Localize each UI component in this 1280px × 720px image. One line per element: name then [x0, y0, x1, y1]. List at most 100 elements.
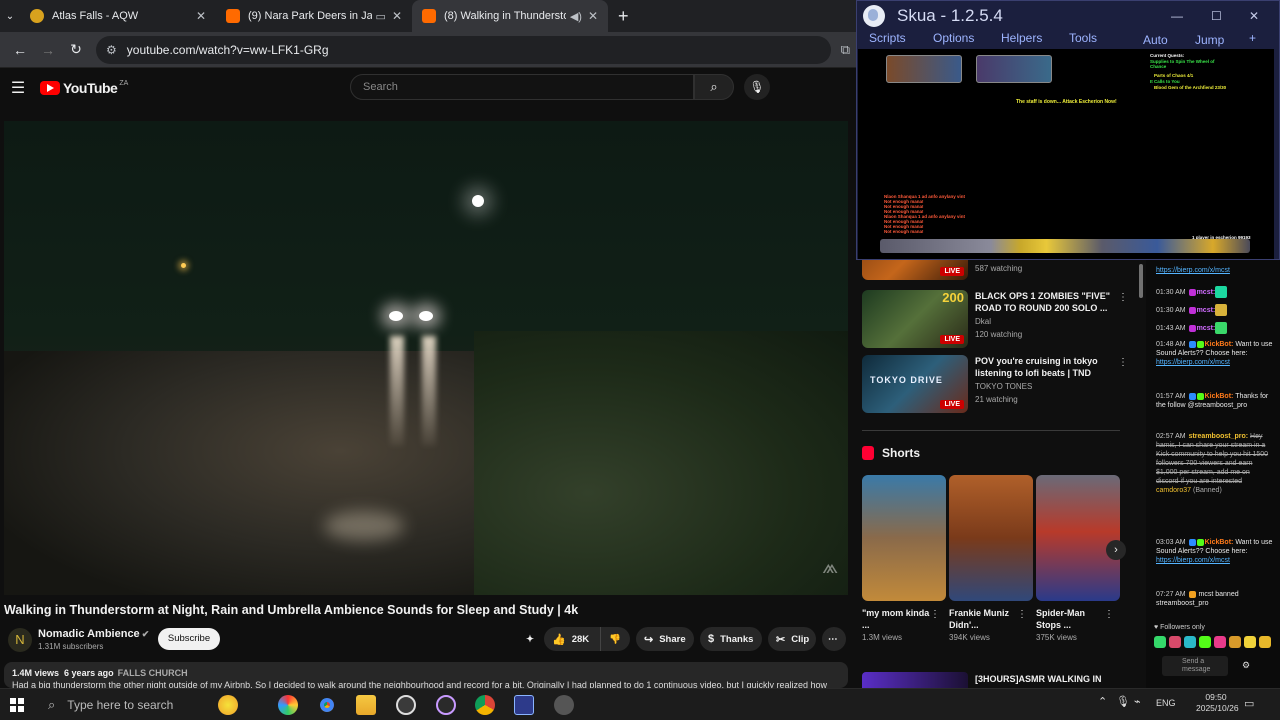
- back-icon[interactable]: ←: [6, 42, 34, 58]
- file-explorer-icon[interactable]: [356, 695, 376, 715]
- youtube-logo[interactable]: YouTube ZA: [40, 80, 128, 96]
- chrome-icon[interactable]: [317, 695, 337, 715]
- rec-menu-icon[interactable]: ⋮: [1118, 292, 1128, 303]
- site-info-icon[interactable]: ⚙: [106, 43, 117, 57]
- dislike-button[interactable]: 👎: [600, 627, 630, 651]
- game-hotbar[interactable]: [880, 239, 1250, 253]
- rec-title[interactable]: [3HOURS]ASMR WALKING IN: [975, 674, 1102, 684]
- short-item[interactable]: Frankie Muniz Didn'... 394K views ⋮: [949, 475, 1033, 642]
- chat-link[interactable]: https://bierp.com/x/mcst: [1156, 267, 1230, 274]
- emote-icon[interactable]: [1244, 636, 1256, 648]
- emote-icon[interactable]: [1214, 636, 1226, 648]
- short-menu-icon[interactable]: ⋮: [1017, 609, 1027, 620]
- widgets-icon[interactable]: [218, 695, 238, 715]
- tab-search-icon[interactable]: ⌄: [0, 11, 20, 22]
- windows-start-icon[interactable]: [10, 697, 24, 712]
- short-title[interactable]: Frankie Muniz Didn'...: [949, 607, 1019, 631]
- chat-user[interactable]: KickBot:: [1205, 393, 1234, 400]
- recommendations-scrollbar[interactable]: [1138, 262, 1144, 682]
- menu-auto[interactable]: Auto: [1143, 33, 1168, 47]
- new-tab-button[interactable]: +: [618, 6, 629, 27]
- rec-item[interactable]: LIVE 587 watching: [862, 260, 1142, 282]
- emote-icon[interactable]: [1229, 636, 1241, 648]
- short-menu-icon[interactable]: ⋮: [930, 609, 940, 620]
- short-thumbnail[interactable]: [949, 475, 1033, 601]
- skua-app-icon[interactable]: [514, 695, 534, 715]
- short-title[interactable]: "my mom kinda ...: [862, 607, 932, 631]
- rec-channel[interactable]: Dkal: [975, 317, 991, 326]
- microphone-icon[interactable]: 🎙: [1116, 695, 1130, 708]
- chat-user[interactable]: mcst:: [1197, 325, 1216, 332]
- url-field[interactable]: ⚙ youtube.com/watch?v=ww-LFK1-GRg: [96, 35, 831, 64]
- maximize-icon[interactable]: ☐: [1211, 9, 1222, 23]
- chat-user[interactable]: mcst:: [1197, 307, 1216, 314]
- forward-icon[interactable]: →: [34, 42, 62, 58]
- short-item[interactable]: Spider-Man Stops ... 375K views ⋮: [1036, 475, 1120, 642]
- rec-menu-icon[interactable]: ⋮: [1118, 357, 1128, 368]
- rec-thumbnail[interactable]: [862, 672, 968, 688]
- chat-link[interactable]: https://bierp.com/x/mcst: [1156, 557, 1230, 564]
- network-icon[interactable]: ⌁: [1134, 695, 1141, 708]
- taskbar-search[interactable]: ⌕ Type here to search: [40, 693, 240, 717]
- subscribe-button[interactable]: Subscribe: [158, 628, 220, 650]
- short-thumbnail[interactable]: [1036, 475, 1120, 601]
- chrome-icon[interactable]: [475, 695, 495, 715]
- clip-button[interactable]: ✂ Clip: [768, 627, 816, 651]
- language-indicator[interactable]: ENG: [1156, 698, 1176, 708]
- chat-user[interactable]: KickBot:: [1205, 341, 1234, 348]
- menu-icon[interactable]: ☰: [6, 78, 30, 98]
- reload-icon[interactable]: ↻: [62, 41, 90, 58]
- menu-options[interactable]: Options: [933, 31, 974, 45]
- thanks-button[interactable]: $ Thanks: [700, 627, 762, 651]
- share-button[interactable]: ↪ Share: [636, 627, 694, 651]
- emote-icon[interactable]: [1184, 636, 1196, 648]
- emote-bar[interactable]: [1154, 636, 1276, 650]
- close-icon[interactable]: ✕: [1249, 9, 1259, 23]
- speaker-icon[interactable]: ◀): [570, 10, 582, 23]
- menu-jump[interactable]: Jump: [1195, 33, 1224, 47]
- tray-chevron-icon[interactable]: ⌃: [1098, 695, 1107, 708]
- snipping-tool-icon[interactable]: [436, 695, 456, 715]
- search-button[interactable]: ⌕: [694, 74, 734, 100]
- photos-icon[interactable]: [278, 695, 298, 715]
- short-item[interactable]: "my mom kinda ... 1.3M views ⋮: [862, 475, 946, 642]
- close-tab-icon[interactable]: ✕: [588, 9, 598, 23]
- menu-tools[interactable]: Tools: [1069, 31, 1097, 45]
- emote-icon[interactable]: [1259, 636, 1271, 648]
- ai-spark-button[interactable]: ✦: [522, 627, 546, 651]
- menu-helpers[interactable]: Helpers: [1001, 31, 1042, 45]
- close-tab-icon[interactable]: ✕: [392, 9, 402, 23]
- short-menu-icon[interactable]: ⋮: [1104, 609, 1114, 620]
- game-viewport[interactable]: Current Quests: Supplies to Spin The Whe…: [858, 49, 1274, 259]
- close-tab-icon[interactable]: ✕: [196, 9, 206, 23]
- more-actions-button[interactable]: ⋯: [822, 627, 846, 651]
- minimize-icon[interactable]: —: [1171, 9, 1183, 23]
- chat-link[interactable]: https://bierp.com/x/mcst: [1156, 359, 1230, 366]
- menu-scripts[interactable]: Scripts: [869, 31, 906, 45]
- short-title[interactable]: Spider-Man Stops ...: [1036, 607, 1106, 631]
- notification-icon[interactable]: ▭: [1244, 697, 1254, 710]
- rec-thumbnail[interactable]: TOKYO DRIVE LIVE: [862, 355, 968, 413]
- rec-item[interactable]: 200 LIVE BLACK OPS 1 ZOMBIES "FIVE" ROAD …: [862, 290, 1142, 350]
- emote-icon[interactable]: [1199, 636, 1211, 648]
- tab-walking-thunderstorm[interactable]: (8) Walking in Thunderstorm ◀) ✕: [412, 0, 608, 32]
- chat-user[interactable]: streamboost_pro:: [1189, 433, 1249, 440]
- like-button[interactable]: 👍 28K: [544, 627, 600, 651]
- channel-name[interactable]: Nomadic Ambience: [38, 628, 140, 640]
- scroll-thumb[interactable]: [1139, 264, 1143, 298]
- tab-aqw[interactable]: Atlas Falls - AQW ✕: [20, 0, 216, 32]
- location-tag[interactable]: FALLS CHURCH: [118, 668, 188, 678]
- clock[interactable]: 09:50 2025/10/26: [1196, 692, 1239, 714]
- emote-icon[interactable]: [1154, 636, 1166, 648]
- channel-avatar[interactable]: N: [8, 628, 32, 652]
- video-player[interactable]: ⩕: [4, 121, 848, 595]
- github-icon[interactable]: [396, 695, 416, 715]
- description-box[interactable]: 1.4M views 6 years ago FALLS CHURCH Had a…: [4, 662, 848, 688]
- chat-user[interactable]: KickBot:: [1205, 539, 1234, 546]
- rec-thumbnail[interactable]: 200 LIVE: [862, 290, 968, 348]
- emote-icon[interactable]: [1169, 636, 1181, 648]
- cast-icon[interactable]: ⧉: [841, 42, 850, 58]
- rec-item[interactable]: TOKYO DRIVE LIVE POV you're cruising in t…: [862, 355, 1142, 415]
- voice-search-button[interactable]: 🎙: [744, 74, 770, 100]
- chat-input[interactable]: Send a message: [1162, 656, 1228, 676]
